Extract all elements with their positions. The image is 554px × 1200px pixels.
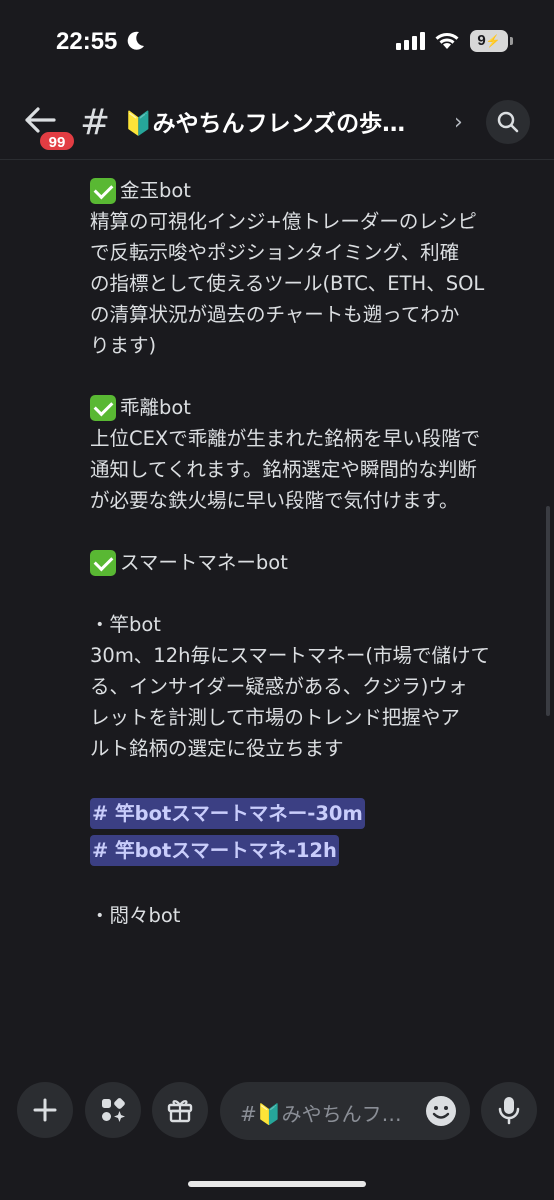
- text-line: の清算状況が過去のチャートも遡ってわか: [90, 303, 460, 326]
- cellular-signal-icon: [396, 32, 425, 50]
- channel-mention-link[interactable]: # 竿botスマートマネー-30m: [90, 798, 365, 829]
- message-list[interactable]: 金玉bot 精算の可視化インジ+億トレーダーのレシピ で反転示唆やポジションタイ…: [0, 161, 554, 1070]
- text-line: の指標として使えるツール(BTC、ETH、SOL: [90, 272, 485, 295]
- status-time: 22:55: [56, 28, 118, 55]
- unread-badge: 99: [38, 130, 76, 152]
- composer-bar: #🔰みやちんフ…: [0, 1070, 554, 1200]
- gift-button[interactable]: [152, 1082, 208, 1138]
- check-mark-icon: [90, 549, 116, 576]
- section2-title: 乖離bot: [120, 396, 191, 419]
- text-line: 通知してくれます。銘柄選定や瞬間的な判断: [90, 458, 477, 481]
- check-mark-icon: [90, 177, 116, 204]
- text-line: で反転示唆やポジションタイミング、利確: [90, 241, 460, 264]
- plus-icon: [33, 1098, 57, 1122]
- battery-level: 9: [477, 32, 486, 49]
- channel-mention-link[interactable]: # 竿botスマートマネ-12h: [90, 835, 339, 866]
- text-line: が必要な鉄火場に早い段階で気付けます。: [90, 489, 459, 512]
- battery-tip: [510, 37, 513, 45]
- text-line: る、インサイダー疑惑がある、クジラ)ウォ: [90, 675, 468, 698]
- home-indicator[interactable]: [188, 1181, 366, 1187]
- message-body: 金玉bot 精算の可視化インジ+億トレーダーのレシピ で反転示唆やポジションタイ…: [90, 175, 542, 931]
- channel-hash-icon: #: [80, 102, 111, 143]
- add-attachment-button[interactable]: [17, 1082, 73, 1138]
- channel-header: 99 # 🔰みやちんフレンズの歩… ›: [0, 82, 554, 160]
- message-input-placeholder: #🔰みやちんフ…: [240, 1102, 402, 1126]
- battery-indicator: 9⚡: [470, 30, 508, 52]
- text-line: 上位CEXで乖離が生まれた銘柄を早い段階で: [90, 427, 481, 450]
- subsection-title: ・竿bot: [90, 613, 161, 636]
- subsection-title: ・悶々bot: [90, 904, 181, 927]
- text-line: 30m、12h毎にスマートマネー(市場で儲けて: [90, 644, 491, 667]
- channel-title[interactable]: 🔰みやちんフレンズの歩…: [124, 104, 442, 138]
- chevron-right-icon[interactable]: ›: [454, 110, 463, 135]
- section-heading: 乖離bot: [90, 392, 542, 423]
- text-line: 精算の可視化インジ+億トレーダーのレシピ: [90, 210, 477, 233]
- status-bar: 22:55 9⚡: [0, 0, 554, 82]
- microphone-icon: [498, 1097, 520, 1125]
- text-line: ります): [90, 334, 157, 357]
- moon-icon: [124, 30, 146, 56]
- apps-button[interactable]: [85, 1082, 141, 1138]
- emoji-icon[interactable]: [424, 1094, 458, 1128]
- section1-title: 金玉bot: [120, 179, 191, 202]
- voice-message-button[interactable]: [481, 1082, 537, 1138]
- check-mark-icon: [90, 394, 116, 421]
- text-line: レットを計測して市場のトレンド把握やア: [90, 706, 460, 729]
- section-heading: スマートマネーbot: [90, 547, 542, 578]
- apps-icon: [102, 1098, 125, 1122]
- section3-title: スマートマネーbot: [120, 551, 288, 574]
- wifi-icon: [434, 31, 460, 55]
- gift-icon: [167, 1100, 193, 1123]
- search-button[interactable]: [486, 100, 530, 144]
- section-heading: 金玉bot: [90, 175, 542, 206]
- scrollbar[interactable]: [546, 506, 550, 716]
- search-icon: [497, 111, 519, 133]
- message-input[interactable]: #🔰みやちんフ…: [220, 1082, 470, 1140]
- text-line: ルト銘柄の選定に役立ちます: [90, 737, 344, 760]
